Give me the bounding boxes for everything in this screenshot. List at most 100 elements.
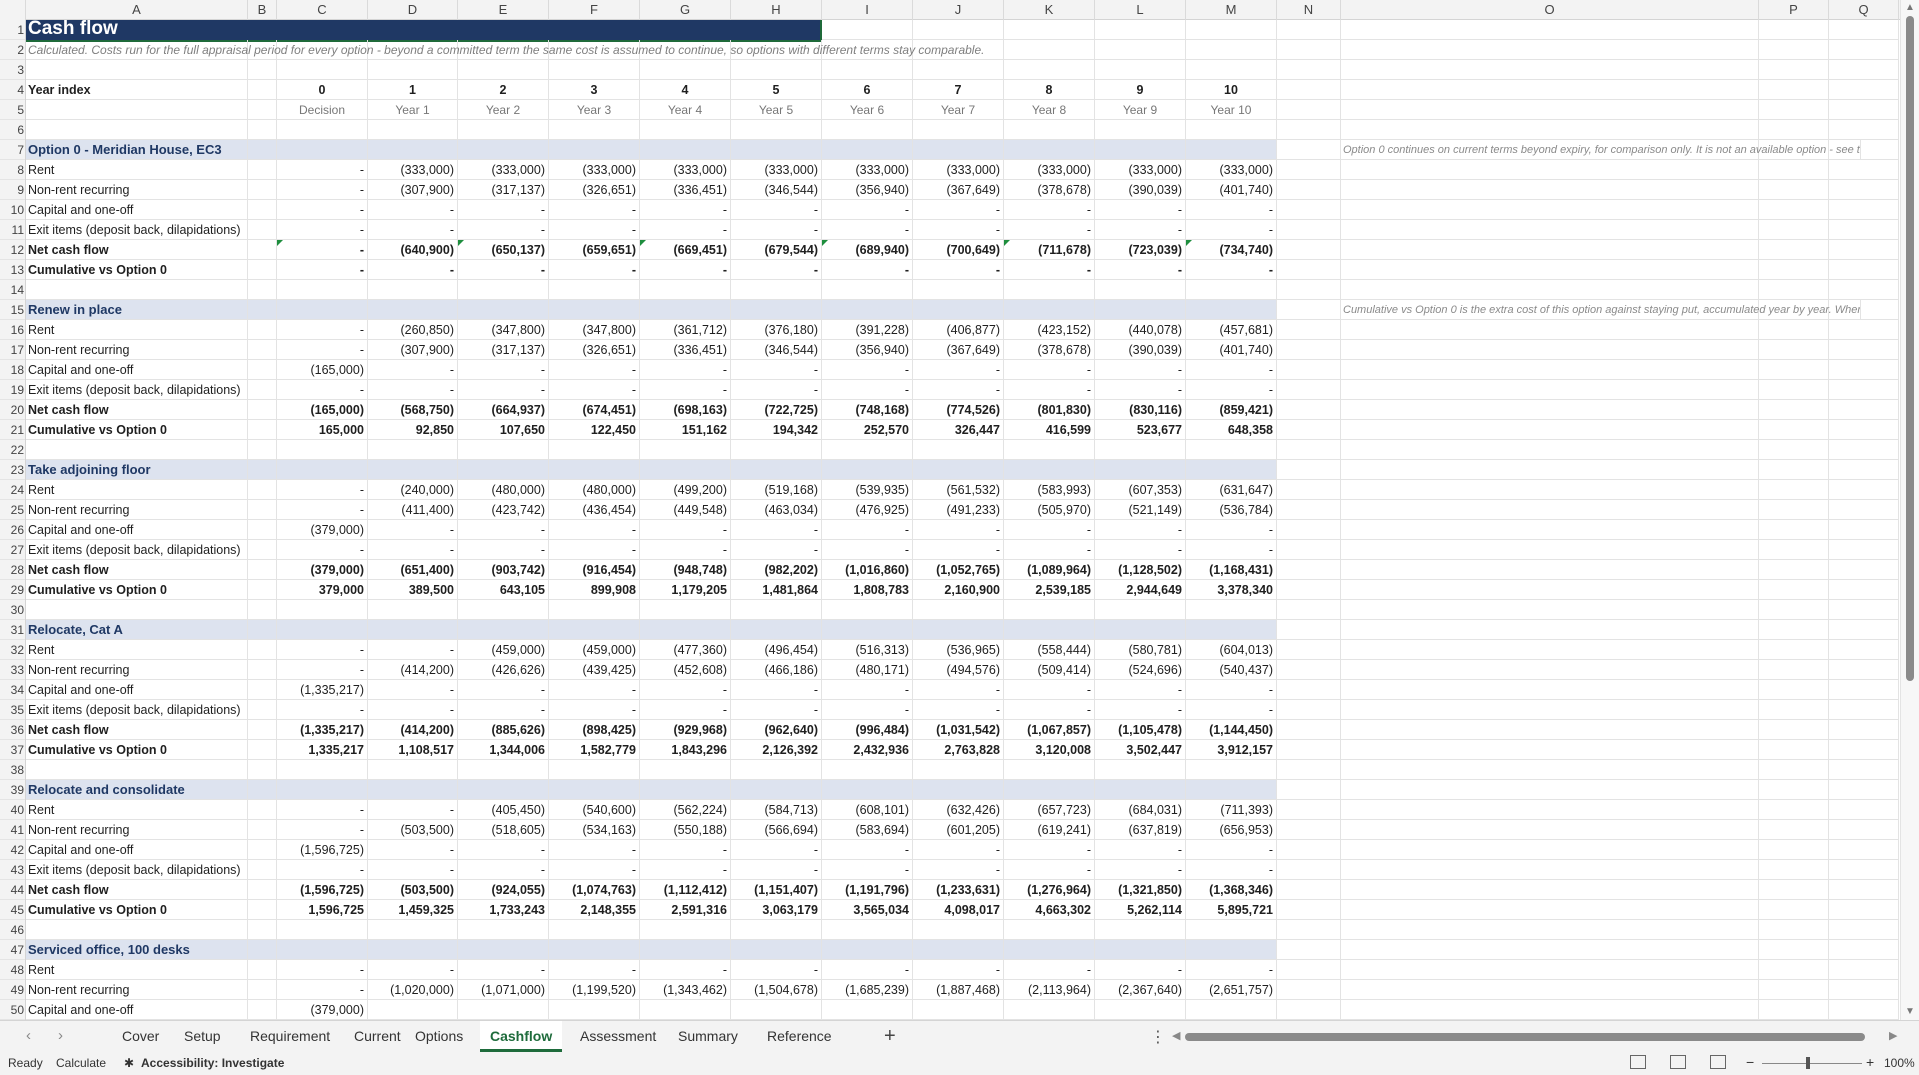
empty-cell[interactable] — [1829, 340, 1899, 360]
value-cell[interactable]: - — [549, 220, 640, 240]
empty-cell[interactable] — [1829, 600, 1899, 620]
empty-cell[interactable] — [1829, 220, 1899, 240]
empty-cell[interactable] — [277, 440, 368, 460]
row-header[interactable]: 46 — [0, 920, 25, 940]
value-cell[interactable]: (411,400) — [368, 500, 458, 520]
empty-cell[interactable] — [731, 600, 822, 620]
year-label-cell[interactable]: Decision — [277, 100, 368, 120]
empty-cell[interactable] — [1341, 840, 1759, 860]
value-cell[interactable]: (689,940) — [822, 240, 913, 260]
year-label-cell[interactable]: Year 8 — [1004, 100, 1095, 120]
year-index-cell[interactable]: 5 — [731, 80, 822, 100]
empty-cell[interactable] — [640, 600, 731, 620]
value-cell[interactable]: - — [731, 360, 822, 380]
value-cell[interactable]: - — [368, 840, 458, 860]
empty-cell[interactable] — [248, 880, 277, 900]
value-cell[interactable]: (333,000) — [1095, 160, 1186, 180]
value-cell[interactable]: (722,725) — [731, 400, 822, 420]
horizontal-scroll-thumb[interactable] — [1185, 1033, 1865, 1041]
empty-cell[interactable] — [1277, 500, 1341, 520]
value-cell[interactable]: 3,120,008 — [1004, 740, 1095, 760]
section-title[interactable]: Renew in place — [26, 300, 426, 320]
value-cell[interactable]: 107,650 — [458, 420, 549, 440]
value-cell[interactable]: (830,116) — [1095, 400, 1186, 420]
empty-cell[interactable] — [1759, 900, 1829, 920]
empty-cell[interactable] — [248, 260, 277, 280]
row-label[interactable]: Exit items (deposit back, dilapidations) — [26, 700, 248, 720]
value-cell[interactable]: (326,651) — [549, 340, 640, 360]
row-label[interactable]: Capital and one-off — [26, 360, 248, 380]
value-cell[interactable]: (651,400) — [368, 560, 458, 580]
value-cell[interactable]: (346,544) — [731, 180, 822, 200]
empty-cell[interactable] — [1277, 940, 1341, 960]
value-cell[interactable]: - — [368, 960, 458, 980]
year-index-cell[interactable]: 9 — [1095, 80, 1186, 100]
empty-cell[interactable] — [1095, 940, 1186, 960]
empty-cell[interactable] — [1829, 980, 1899, 1000]
value-cell[interactable]: (519,168) — [731, 480, 822, 500]
row-header[interactable]: 8 — [0, 160, 25, 180]
value-cell[interactable]: 2,160,900 — [913, 580, 1004, 600]
year-index-cell[interactable]: 6 — [822, 80, 913, 100]
empty-cell[interactable] — [1341, 80, 1759, 100]
empty-cell[interactable] — [1829, 200, 1899, 220]
value-cell[interactable]: (333,000) — [368, 160, 458, 180]
empty-cell[interactable] — [1004, 940, 1095, 960]
empty-cell[interactable] — [1341, 220, 1759, 240]
empty-cell[interactable] — [1277, 800, 1341, 820]
empty-cell[interactable] — [1341, 60, 1759, 80]
value-cell[interactable]: - — [1095, 380, 1186, 400]
row-label[interactable]: Non-rent recurring — [26, 500, 248, 520]
value-cell[interactable]: - — [731, 220, 822, 240]
empty-cell[interactable] — [1341, 800, 1759, 820]
row-header[interactable]: 38 — [0, 760, 25, 780]
value-cell[interactable]: - — [640, 860, 731, 880]
value-cell[interactable]: (1,168,431) — [1186, 560, 1277, 580]
value-cell[interactable]: 92,850 — [368, 420, 458, 440]
value-cell[interactable]: (711,393) — [1186, 800, 1277, 820]
row-header[interactable]: 12 — [0, 240, 25, 260]
empty-cell[interactable] — [1277, 80, 1341, 100]
empty-cell[interactable] — [1759, 360, 1829, 380]
value-cell[interactable]: (1,112,412) — [640, 880, 731, 900]
value-cell[interactable]: (1,020,000) — [368, 980, 458, 1000]
empty-cell[interactable] — [1829, 700, 1899, 720]
value-cell[interactable]: - — [1186, 380, 1277, 400]
row-header[interactable]: 45 — [0, 900, 25, 920]
row-label[interactable]: Rent — [26, 960, 248, 980]
value-cell[interactable]: (423,742) — [458, 500, 549, 520]
value-cell[interactable]: - — [458, 700, 549, 720]
empty-cell[interactable] — [1759, 440, 1829, 460]
row-label[interactable]: Cumulative vs Option 0 — [26, 260, 248, 280]
value-cell[interactable]: (903,742) — [458, 560, 549, 580]
empty-cell[interactable] — [1829, 860, 1899, 880]
value-cell[interactable]: - — [640, 700, 731, 720]
value-cell[interactable]: - — [1095, 200, 1186, 220]
value-cell[interactable]: (774,526) — [913, 400, 1004, 420]
value-cell[interactable]: (669,451) — [640, 240, 731, 260]
empty-cell[interactable] — [913, 280, 1004, 300]
value-cell[interactable]: - — [822, 680, 913, 700]
row-label[interactable]: Non-rent recurring — [26, 660, 248, 680]
empty-cell[interactable] — [1277, 600, 1341, 620]
empty-cell[interactable] — [1759, 680, 1829, 700]
value-cell[interactable]: 5,895,721 — [1186, 900, 1277, 920]
value-cell[interactable]: - — [277, 820, 368, 840]
empty-cell[interactable] — [1829, 720, 1899, 740]
empty-cell[interactable] — [1341, 440, 1759, 460]
empty-cell[interactable] — [26, 920, 248, 940]
empty-cell[interactable] — [1341, 580, 1759, 600]
empty-cell[interactable] — [248, 860, 277, 880]
value-cell[interactable]: 2,763,828 — [913, 740, 1004, 760]
value-cell[interactable]: (584,713) — [731, 800, 822, 820]
row-label[interactable]: Rent — [26, 160, 248, 180]
sheet-tab-reference[interactable]: Reference — [757, 1021, 842, 1052]
value-cell[interactable]: - — [731, 260, 822, 280]
value-cell[interactable]: (480,000) — [458, 480, 549, 500]
empty-cell[interactable] — [549, 780, 640, 800]
value-cell[interactable]: - — [1004, 520, 1095, 540]
value-cell[interactable]: - — [549, 540, 640, 560]
row-header[interactable]: 35 — [0, 700, 25, 720]
empty-cell[interactable] — [640, 760, 731, 780]
status-calculate[interactable]: Calculate — [56, 1056, 106, 1070]
